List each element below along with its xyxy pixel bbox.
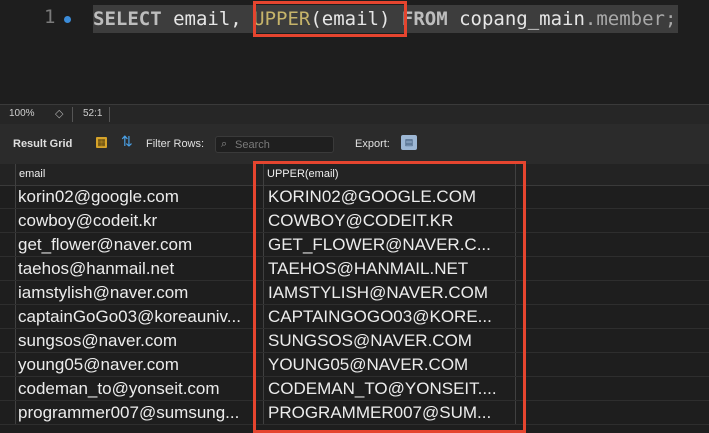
divider bbox=[72, 107, 73, 122]
email-cell[interactable]: taehos@hanmail.net bbox=[15, 257, 264, 280]
email-cell[interactable]: young05@naver.com bbox=[15, 353, 264, 376]
grid-view-icon[interactable]: ▦ bbox=[96, 137, 107, 148]
upper-column-highlight bbox=[253, 161, 526, 433]
schema-name: copang_main bbox=[459, 8, 585, 30]
line-marker-icon bbox=[64, 16, 71, 23]
email-cell[interactable]: captainGoGo03@koreauniv... bbox=[15, 305, 264, 328]
export-icon[interactable]: ▤ bbox=[401, 135, 417, 150]
divider bbox=[109, 107, 110, 122]
cursor-position: 52:1 bbox=[83, 108, 103, 119]
email-cell[interactable]: cowboy@codeit.kr bbox=[15, 209, 264, 232]
select-column: email, bbox=[161, 8, 254, 30]
refresh-icon[interactable]: ⇅ bbox=[121, 133, 133, 150]
search-icon: ⌕ bbox=[221, 138, 228, 150]
zoom-level[interactable]: 100% bbox=[9, 108, 35, 119]
sql-editor[interactable]: 1 SELECT email, UPPER(email) FROM copang… bbox=[0, 0, 709, 104]
email-cell[interactable]: programmer007@sumsung... bbox=[15, 401, 264, 424]
email-cell[interactable]: get_flower@naver.com bbox=[15, 233, 264, 256]
upper-function-highlight bbox=[253, 1, 407, 37]
email-cell[interactable]: sungsos@naver.com bbox=[15, 329, 264, 352]
email-cell[interactable]: iamstylish@naver.com bbox=[15, 281, 264, 304]
result-grid-label[interactable]: Result Grid bbox=[13, 138, 72, 150]
line-number: 1 bbox=[44, 6, 56, 28]
filter-rows-label: Filter Rows: bbox=[146, 138, 205, 150]
email-cell[interactable]: korin02@google.com bbox=[15, 185, 264, 208]
column-header-email[interactable]: email bbox=[15, 164, 264, 185]
export-label: Export: bbox=[355, 138, 390, 150]
email-cell[interactable]: codeman_to@yonseit.com bbox=[15, 377, 264, 400]
result-grid: email UPPER(email) korin02@google.com KOR… bbox=[0, 161, 709, 433]
filter-search-box[interactable]: ⌕ bbox=[215, 136, 334, 153]
table-name: .member; bbox=[584, 8, 677, 30]
keyword-select: SELECT bbox=[93, 8, 162, 30]
zoom-stepper-icon[interactable]: ◇ bbox=[55, 107, 63, 120]
result-toolbar: Result Grid ▦ ⇅ Filter Rows: ⌕ Export: ▤ bbox=[0, 124, 709, 164]
editor-status-bar: 100% ◇ 52:1 bbox=[0, 104, 709, 125]
filter-search-input[interactable] bbox=[235, 137, 330, 152]
